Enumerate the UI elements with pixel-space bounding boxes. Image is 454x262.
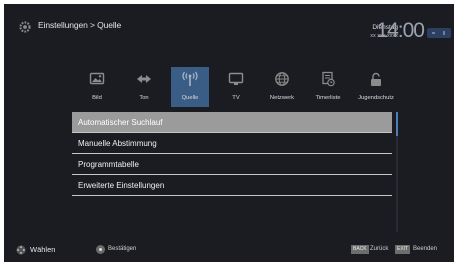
ok-button-icon	[96, 245, 105, 254]
tab-label: Timerliste	[315, 95, 341, 101]
antenna-icon	[182, 71, 198, 86]
menu-item-manuelle-abstimmung[interactable]: Manuelle Abstimmung	[72, 133, 392, 154]
tab-timerliste[interactable]: Timerliste	[309, 67, 347, 107]
hint-select: Wählen	[30, 245, 56, 254]
menu-item-programmtabelle[interactable]: Programmtabelle	[72, 154, 392, 175]
sound-icon	[137, 75, 151, 83]
globe-icon	[275, 72, 289, 86]
scrollbar[interactable]	[396, 112, 398, 232]
tab-ton[interactable]: Ton	[125, 67, 163, 107]
clock: 14:00	[376, 19, 425, 42]
tv-icon	[228, 72, 244, 85]
picture-icon	[89, 72, 105, 85]
tab-label: Jugendschutz	[358, 95, 394, 101]
tab-quelle[interactable]: Quelle	[171, 67, 209, 107]
timer-list-icon	[322, 71, 335, 87]
header: Einstellungen > Quelle Dienstag xx xxx x…	[4, 4, 454, 58]
hint-back: Zurück	[370, 246, 389, 252]
footer-hints: Wählen Bestätigen BACK Zurück EXIT Beend…	[4, 242, 454, 262]
exit-key-icon: EXIT	[395, 245, 411, 254]
back-key-icon: BACK	[351, 245, 369, 254]
tab-label: Netzwerk	[269, 95, 295, 101]
hint-exit: Beenden	[413, 246, 438, 252]
tab-label: Bild	[92, 95, 102, 101]
hint-confirm: Bestätigen	[108, 246, 137, 252]
gear-icon	[19, 21, 31, 33]
tab-label: Ton	[139, 95, 149, 101]
tab-tv[interactable]: TV	[217, 67, 255, 107]
scrollbar-thumb[interactable]	[396, 112, 398, 136]
menu-item-automatischer-suchlauf[interactable]: Automatischer Suchlauf	[72, 112, 392, 133]
tab-jugendschutz[interactable]: Jugendschutz	[357, 67, 395, 107]
status-indicator	[427, 28, 451, 38]
tab-label: Quelle	[181, 95, 199, 101]
tab-bild[interactable]: Bild	[78, 67, 116, 107]
navigation-arrows-icon	[16, 245, 26, 255]
category-tabs: Bild Ton Quelle TV Netzwerk Timerliste J…	[73, 67, 398, 107]
menu-item-erweiterte-einstellungen[interactable]: Erweiterte Einstellungen	[72, 175, 392, 196]
tv-menu-screen: Einstellungen > Quelle Dienstag xx xxx x…	[4, 4, 454, 262]
tab-netzwerk[interactable]: Netzwerk	[263, 67, 301, 107]
lock-icon	[371, 72, 381, 86]
breadcrumb: Einstellungen > Quelle	[38, 20, 122, 30]
tab-label: TV	[232, 95, 240, 101]
menu-list: Automatischer Suchlauf Manuelle Abstimmu…	[72, 112, 392, 196]
